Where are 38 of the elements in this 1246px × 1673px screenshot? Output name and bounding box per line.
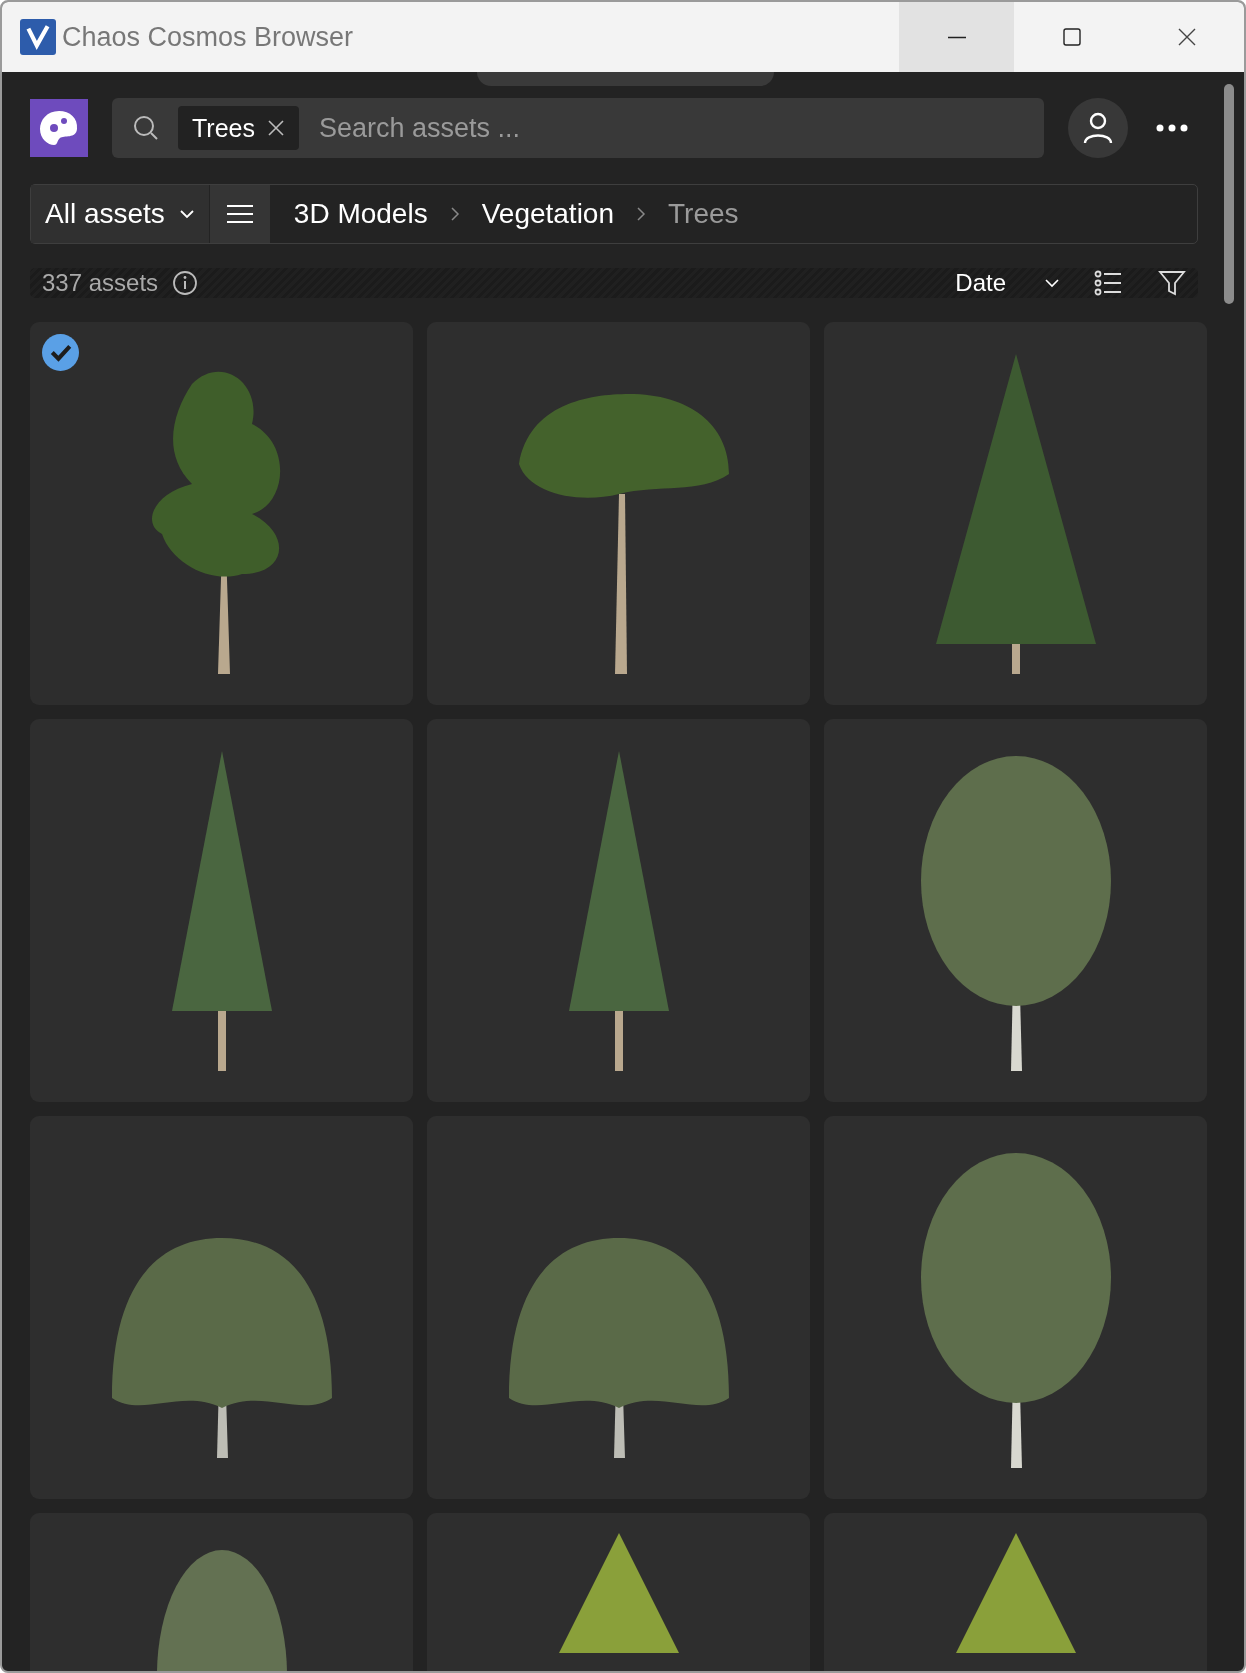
palette-logo-icon bbox=[30, 99, 88, 157]
asset-card[interactable] bbox=[427, 719, 810, 1102]
tag-label: Trees bbox=[192, 113, 255, 143]
asset-card[interactable] bbox=[427, 1116, 810, 1499]
library-dropdown[interactable]: All assets bbox=[31, 185, 210, 243]
search-icon bbox=[132, 114, 160, 142]
chevron-icon bbox=[636, 206, 646, 222]
list-view-icon[interactable] bbox=[1094, 270, 1122, 296]
asset-card[interactable] bbox=[30, 1116, 413, 1499]
app-logo-icon bbox=[20, 19, 56, 55]
user-icon bbox=[1083, 112, 1113, 144]
asset-card[interactable] bbox=[427, 322, 810, 705]
asset-card[interactable] bbox=[824, 719, 1207, 1102]
asset-card[interactable] bbox=[30, 719, 413, 1102]
breadcrumb-link[interactable]: Vegetation bbox=[481, 198, 614, 230]
caret-icon bbox=[178, 209, 195, 219]
window-title: Chaos Cosmos Browser bbox=[62, 21, 354, 53]
sort-dropdown[interactable]: Date bbox=[949, 268, 1066, 298]
scrollbar-thumb[interactable] bbox=[1224, 84, 1234, 304]
asset-card[interactable] bbox=[824, 1116, 1207, 1499]
menu-button[interactable] bbox=[209, 185, 270, 243]
check-icon bbox=[42, 334, 79, 371]
close-icon[interactable] bbox=[267, 119, 285, 137]
asset-count: 337 assets bbox=[42, 269, 159, 297]
breadcrumb-link[interactable]: Trees bbox=[668, 198, 739, 230]
close-icon bbox=[1176, 27, 1197, 47]
search-field[interactable]: Trees Search assets ... bbox=[112, 98, 1044, 158]
minimize-icon bbox=[946, 35, 967, 39]
breadcrumb-link[interactable]: 3D Models bbox=[293, 198, 428, 230]
menu-icon bbox=[225, 204, 254, 224]
search-input[interactable]: Search assets ... bbox=[317, 111, 1024, 145]
drag-handle[interactable] bbox=[477, 72, 774, 86]
more-icon[interactable] bbox=[1156, 124, 1188, 132]
filter-icon[interactable] bbox=[1158, 269, 1186, 297]
maximize-icon bbox=[1061, 27, 1082, 47]
caret-icon bbox=[1044, 278, 1060, 288]
info-icon[interactable] bbox=[172, 270, 199, 296]
chevron-icon bbox=[449, 206, 460, 222]
